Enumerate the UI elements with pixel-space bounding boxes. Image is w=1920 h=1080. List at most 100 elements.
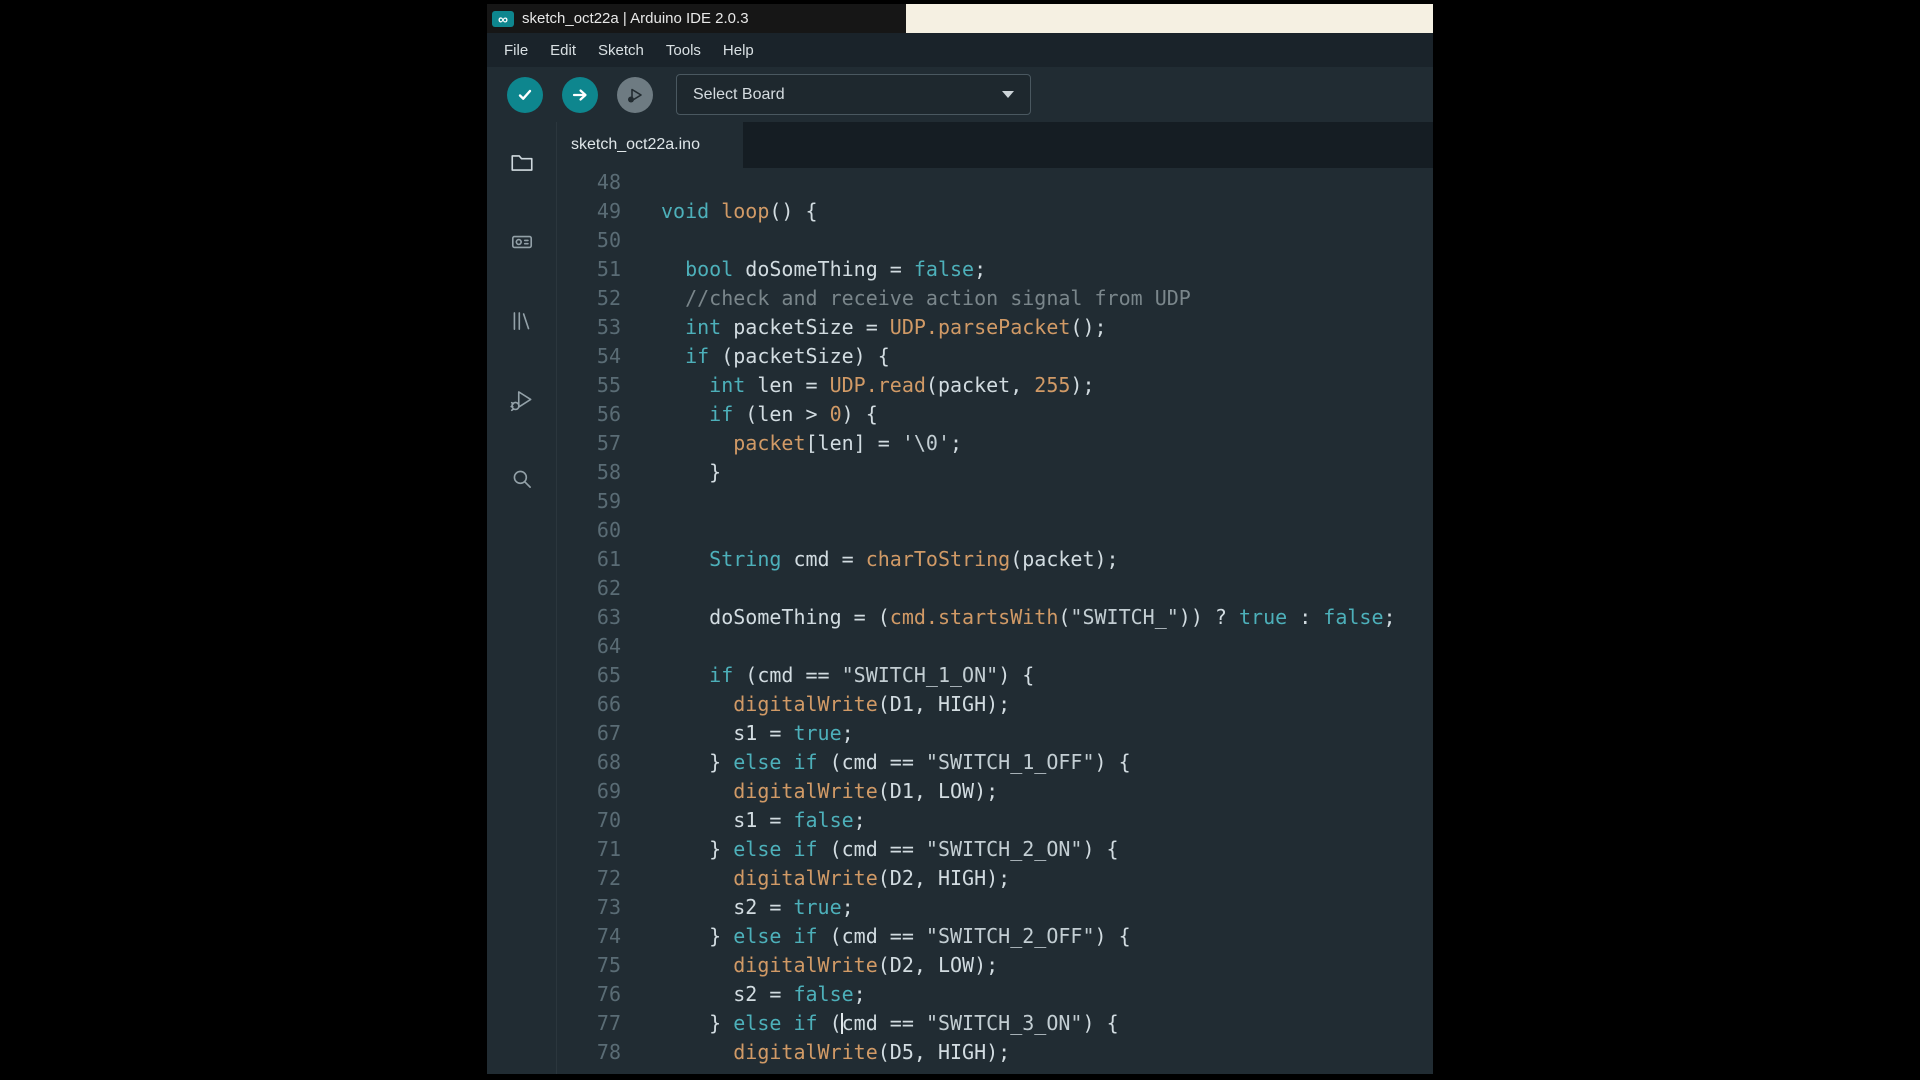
sidebar-item-library-manager[interactable] [508, 307, 536, 335]
menu-item-edit[interactable]: Edit [539, 33, 587, 67]
desktop: { "window": { "title": "sketch_oct22a | … [0, 0, 1920, 1080]
sidebar [487, 122, 557, 1074]
code-line[interactable]: 71 } else if (cmd == "SWITCH_2_ON") { [557, 835, 1433, 864]
tab-sketch-file[interactable]: sketch_oct22a.ino [557, 122, 743, 168]
line-number: 65 [596, 663, 621, 687]
line-number: 61 [596, 547, 621, 571]
code-line[interactable]: 59 [557, 487, 1433, 516]
code-line[interactable]: 68 } else if (cmd == "SWITCH_1_OFF") { [557, 748, 1433, 777]
toolbar: Select Board [487, 67, 1433, 122]
line-number: 51 [596, 257, 621, 281]
code-line[interactable]: 65 if (cmd == "SWITCH_1_ON") { [557, 661, 1433, 690]
code-line[interactable]: 74 } else if (cmd == "SWITCH_2_OFF") { [557, 922, 1433, 951]
line-number: 57 [596, 431, 621, 455]
code-line[interactable]: 48 [557, 168, 1433, 197]
code-line[interactable]: 72 digitalWrite(D2, HIGH); [557, 864, 1433, 893]
code-text: if (len > 0) { [709, 402, 878, 426]
arduino-logo-icon: ∞ [492, 10, 514, 27]
line-number: 63 [596, 605, 621, 629]
folder-icon [510, 155, 533, 171]
code-text: int len = UDP.read(packet, 255); [709, 373, 1095, 397]
menu-item-tools[interactable]: Tools [655, 33, 712, 67]
editor-pane: sketch_oct22a.ino 48 49 void loop() {50 51 … [557, 122, 1433, 1074]
code-line[interactable]: 60 [557, 516, 1433, 545]
line-number: 70 [596, 808, 621, 832]
code-line[interactable]: 55 int len = UDP.read(packet, 255); [557, 371, 1433, 400]
window-title: sketch_oct22a | Arduino IDE 2.0.3 [522, 10, 749, 27]
code-line[interactable]: 49 void loop() { [557, 197, 1433, 226]
line-number: 68 [596, 750, 621, 774]
code-line[interactable]: 76 s2 = false; [557, 980, 1433, 1009]
code-text: s2 = true; [661, 895, 854, 919]
code-text: bool doSomeThing = false; [685, 257, 987, 281]
line-number: 71 [596, 837, 621, 861]
tab-bar: sketch_oct22a.ino [557, 122, 1433, 168]
line-number: 75 [596, 953, 621, 977]
board-icon [511, 235, 532, 249]
code-text: } [661, 460, 722, 484]
code-line[interactable]: 56 if (len > 0) { [557, 400, 1433, 429]
code-line[interactable]: 58 } [557, 458, 1433, 487]
line-number: 72 [596, 866, 621, 890]
code-line[interactable]: 62 [557, 574, 1433, 603]
debug-button[interactable] [617, 76, 653, 113]
code-line[interactable]: 54 if (packetSize) { [557, 342, 1433, 371]
line-number: 50 [596, 228, 621, 252]
menu-item-help[interactable]: Help [712, 33, 765, 67]
code-area: 48 49 void loop() {50 51 bool doSomeThing =… [557, 168, 1433, 1067]
code-line[interactable]: 64 [557, 632, 1433, 661]
arduino-ide-window: ∞ sketch_oct22a | Arduino IDE 2.0.3 File… [487, 4, 1433, 1074]
code-line[interactable]: 51 bool doSomeThing = false; [557, 255, 1433, 284]
code-text: s2 = false; [661, 982, 866, 1006]
sidebar-item-sketchbook[interactable] [508, 149, 536, 177]
code-text: digitalWrite(D1, LOW); [733, 779, 999, 803]
code-line[interactable]: 52 //check and receive action signal fro… [557, 284, 1433, 313]
line-number: 67 [596, 721, 621, 745]
code-text: s1 = false; [661, 808, 866, 832]
infinity-glyph: ∞ [498, 10, 508, 27]
background-window-strip [906, 4, 1433, 33]
line-number: 76 [596, 982, 621, 1006]
line-number: 78 [596, 1040, 621, 1064]
upload-button[interactable] [562, 76, 598, 113]
checkmark-icon [518, 89, 532, 100]
code-line[interactable]: 78 digitalWrite(D5, HIGH); [557, 1038, 1433, 1067]
code-text: if (cmd == "SWITCH_1_ON") { [709, 663, 1035, 687]
menu-item-file[interactable]: File [493, 33, 539, 67]
sidebar-item-boards-manager[interactable] [508, 228, 536, 256]
code-text: int packetSize = UDP.parsePacket(); [685, 315, 1107, 339]
verify-button[interactable] [507, 76, 543, 113]
line-number: 48 [596, 170, 621, 194]
code-line[interactable]: 75 digitalWrite(D2, LOW); [557, 951, 1433, 980]
code-line[interactable]: 77 } else if (cmd == "SWITCH_3_ON") { [557, 1009, 1433, 1038]
code-line[interactable]: 69 digitalWrite(D1, LOW); [557, 777, 1433, 806]
code-line[interactable]: 63 doSomeThing = (cmd.startsWith("SWITCH… [557, 603, 1433, 632]
line-number: 60 [596, 518, 621, 542]
code-text: s1 = true; [661, 721, 854, 745]
code-line[interactable]: 50 [557, 226, 1433, 255]
code-line[interactable]: 66 digitalWrite(D1, HIGH); [557, 690, 1433, 719]
code-line[interactable]: 61 String cmd = charToString(packet); [557, 545, 1433, 574]
code-line[interactable]: 57 packet[len] = '\0'; [557, 429, 1433, 458]
line-number: 55 [596, 373, 621, 397]
code-text: packet[len] = '\0'; [733, 431, 963, 455]
code-line[interactable]: 53 int packetSize = UDP.parsePacket(); [557, 313, 1433, 342]
code-line[interactable]: 67 s1 = true; [557, 719, 1433, 748]
line-number: 66 [596, 692, 621, 716]
code-line[interactable]: 70 s1 = false; [557, 806, 1433, 835]
code-line[interactable]: 73 s2 = true; [557, 893, 1433, 922]
sidebar-item-debug[interactable] [508, 386, 536, 414]
editor[interactable]: 48 49 void loop() {50 51 bool doSomeThing =… [557, 168, 1433, 1074]
line-number: 74 [596, 924, 621, 948]
code-text: } else if (cmd == "SWITCH_2_OFF") { [661, 924, 1131, 948]
code-text: String cmd = charToString(packet); [709, 547, 1119, 571]
menu-item-sketch[interactable]: Sketch [587, 33, 655, 67]
board-selector[interactable]: Select Board [676, 74, 1031, 115]
debug-icon [509, 391, 531, 412]
sidebar-item-search[interactable] [508, 465, 536, 493]
